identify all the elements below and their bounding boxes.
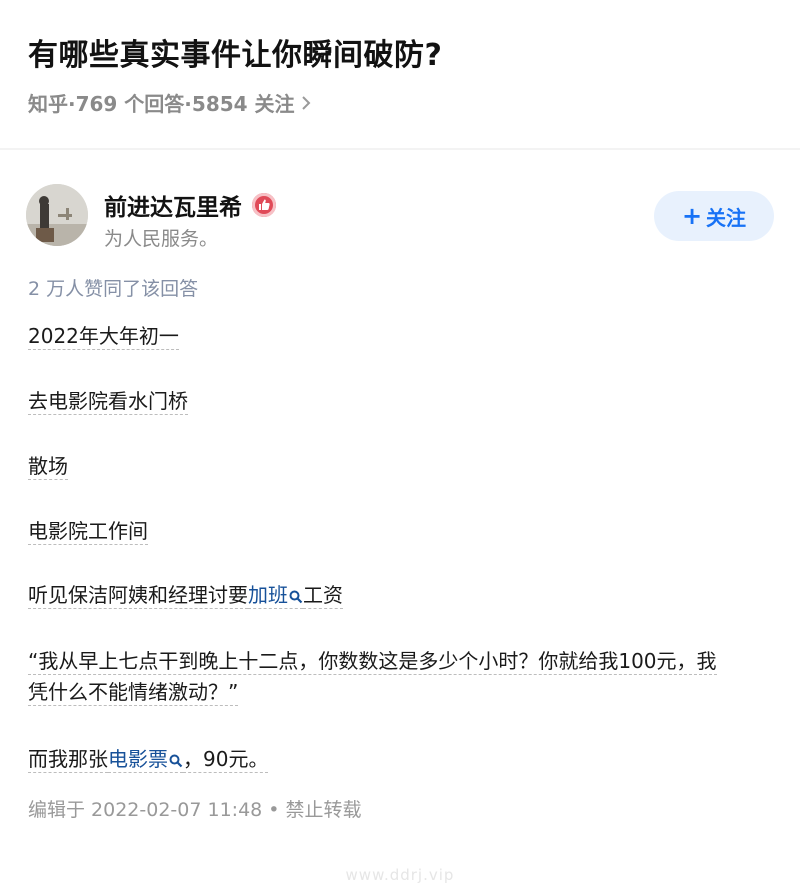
author-name[interactable]: 前进达瓦里希 (104, 188, 276, 222)
answer-edit-info: 编辑于 2022-02-07 11:48 • 禁止转载 (28, 799, 362, 821)
keyword-link-movie-ticket[interactable]: 电影票 (108, 747, 183, 773)
search-icon (169, 746, 183, 777)
paragraph-text-pre: 听见保洁阿姨和经理讨要 (28, 583, 248, 609)
keyword-link-overtime[interactable]: 加班 (248, 583, 303, 609)
author-avatar[interactable] (26, 184, 88, 246)
keyword-text: 加班 (248, 583, 288, 607)
plus-icon: + (681, 202, 703, 230)
chevron-right-icon (301, 92, 311, 116)
follow-button-label: 关注 (706, 205, 747, 230)
answer-paragraph-1: 2022年大年初一 (28, 321, 179, 352)
paragraph-line-1: “我从早上七点干到晚上十二点，你数数这是多少个小时？你就给我100元，我 (28, 649, 717, 675)
question-meta-text: 知乎·769 个回答·5854 关注 (28, 92, 295, 116)
paragraph-line-2: 凭什么不能情绪激动？” (28, 680, 239, 706)
question-header: 有哪些真实事件让你瞬间破防? 知乎·769 个回答·5854 关注 (0, 0, 800, 148)
paragraph-text-post: 工资 (303, 583, 343, 609)
thumbs-up-badge-icon (252, 193, 276, 217)
paragraph-text-post: ，90元。 (183, 747, 269, 773)
paragraph-text: 去电影院看水门桥 (28, 389, 188, 415)
likes-count[interactable]: 2 万人赞同了该回答 (28, 274, 198, 301)
author-name-text: 前进达瓦里希 (104, 195, 242, 221)
search-icon (289, 582, 303, 613)
keyword-text: 电影票 (108, 747, 168, 771)
answer-paragraph-7: 而我那张电影票 ，90元。 (28, 744, 269, 777)
answer-paragraph-4: 电影院工作间 (28, 516, 148, 547)
question-meta[interactable]: 知乎·769 个回答·5854 关注 (28, 88, 311, 117)
follow-button[interactable]: + 关注 (654, 191, 774, 241)
answer-paragraph-3: 散场 (28, 451, 68, 482)
answer-paragraph-5: 听见保洁阿姨和经理讨要加班 工资 (28, 580, 343, 613)
section-divider (0, 148, 800, 150)
author-bio: 为人民服务。 (104, 228, 219, 250)
watermark: www.ddrj.vip (345, 866, 455, 884)
avatar-statue-image (26, 184, 88, 246)
paragraph-text: 电影院工作间 (28, 519, 148, 545)
paragraph-text: 散场 (28, 454, 68, 480)
answer-paragraph-6: “我从早上七点干到晚上十二点，你数数这是多少个小时？你就给我100元，我 凭什么… (28, 646, 717, 708)
answer-paragraph-2: 去电影院看水门桥 (28, 386, 188, 417)
question-title[interactable]: 有哪些真实事件让你瞬间破防? (28, 30, 442, 74)
paragraph-text-pre: 而我那张 (28, 747, 108, 773)
paragraph-text: 2022年大年初一 (28, 324, 179, 350)
